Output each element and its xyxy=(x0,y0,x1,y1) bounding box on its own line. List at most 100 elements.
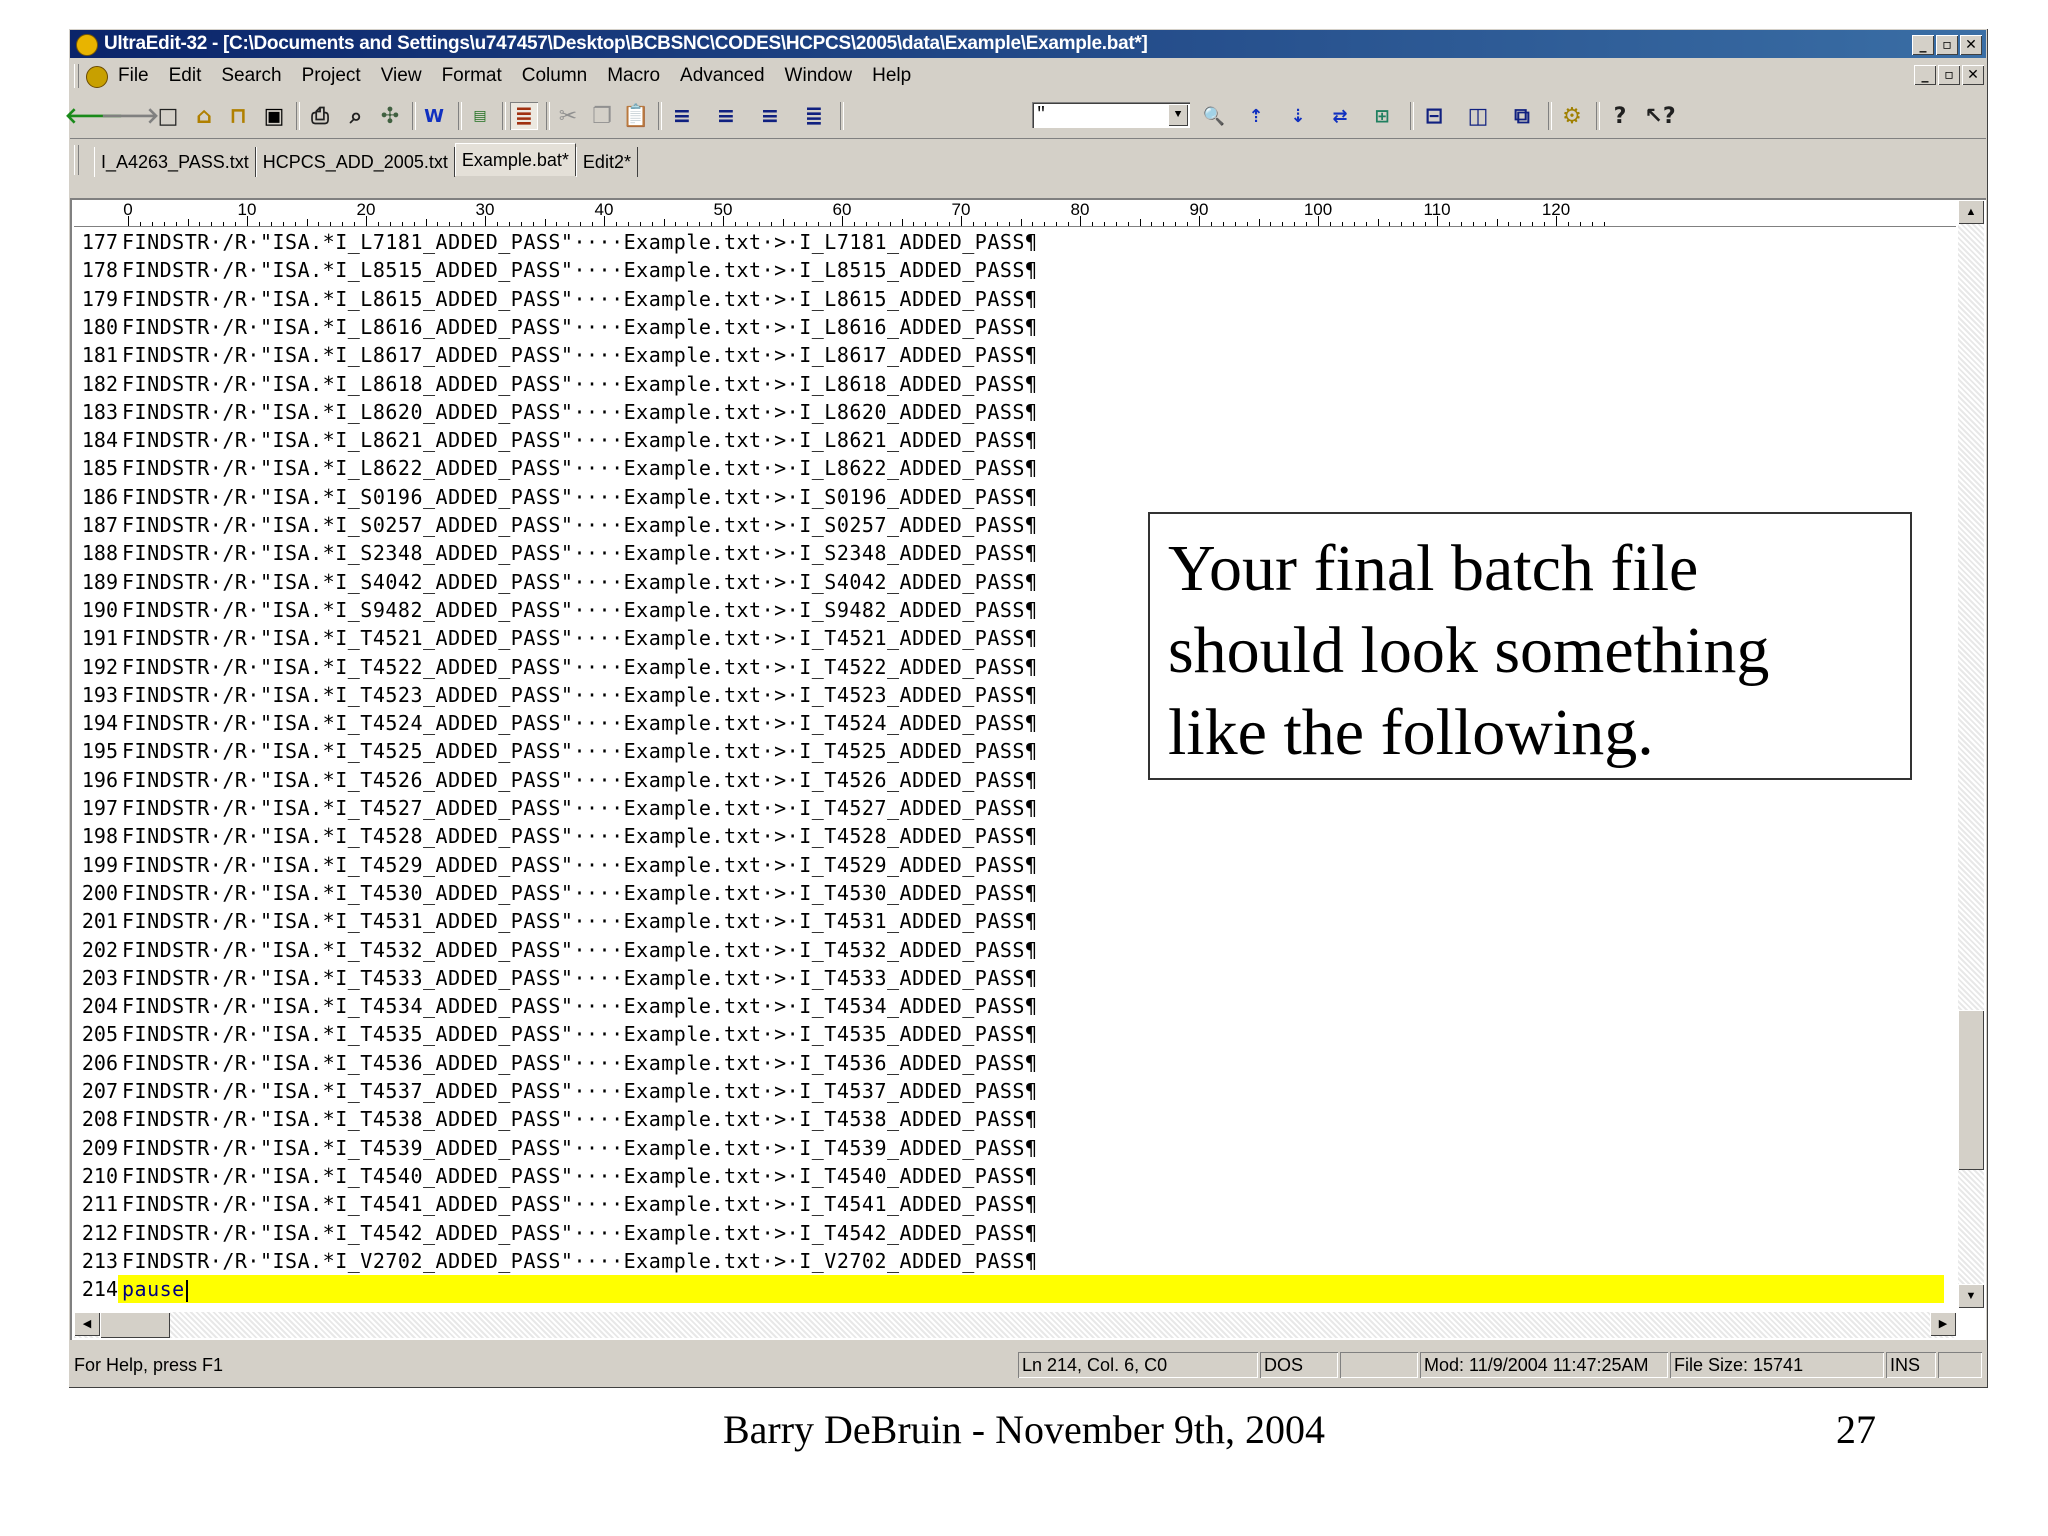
menu-item-file[interactable]: File xyxy=(118,60,149,92)
menu-item-search[interactable]: Search xyxy=(221,60,281,92)
vertical-scroll-thumb[interactable] xyxy=(1958,1010,1984,1170)
split-vertical-icon[interactable]: ◫ xyxy=(1464,102,1492,130)
code-line[interactable]: 199 FINDSTR·/R·"ISA.*I_T4529_ADDED_PASS"·… xyxy=(74,851,1944,879)
find-icon[interactable]: 🔍 xyxy=(1200,102,1228,130)
code-line[interactable]: 210 FINDSTR·/R·"ISA.*I_T4540_ADDED_PASS"·… xyxy=(74,1162,1944,1190)
scroll-left-icon[interactable]: ◀ xyxy=(74,1312,100,1336)
code-line[interactable]: 212 FINDSTR·/R·"ISA.*I_T4542_ADDED_PASS"·… xyxy=(74,1219,1944,1247)
code-line[interactable]: 202 FINDSTR·/R·"ISA.*I_T4532_ADDED_PASS"·… xyxy=(74,936,1944,964)
code-line[interactable]: 181 FINDSTR·/R·"ISA.*I_L8617_ADDED_PASS"·… xyxy=(74,341,1944,369)
menu-item-window[interactable]: Window xyxy=(785,60,853,92)
code-line[interactable]: 203 FINDSTR·/R·"ISA.*I_T4533_ADDED_PASS"·… xyxy=(74,964,1944,992)
print-preview-icon[interactable]: ⌕ xyxy=(342,102,370,130)
code-line[interactable]: 213 FINDSTR·/R·"ISA.*I_V2702_ADDED_PASS"·… xyxy=(74,1247,1944,1275)
code-line[interactable]: 180 FINDSTR·/R·"ISA.*I_L8616_ADDED_PASS"·… xyxy=(74,313,1944,341)
doc-close-button[interactable]: ✕ xyxy=(1962,65,1984,85)
current-line[interactable]: 214 pause xyxy=(74,1275,1944,1304)
word-wrap-icon[interactable]: W xyxy=(420,102,448,130)
replace-icon[interactable]: ⇄ xyxy=(1326,102,1354,130)
app-icon[interactable] xyxy=(76,34,98,56)
tab-file[interactable]: I_A4263_PASS.txt xyxy=(94,147,256,177)
close-file-icon[interactable]: ⊓ xyxy=(224,102,252,130)
ruler-tick xyxy=(627,222,629,226)
code-line[interactable]: 178 FINDSTR·/R·"ISA.*I_L8515_ADDED_PASS"·… xyxy=(74,256,1944,284)
cascade-icon[interactable]: ⧉ xyxy=(1508,102,1536,130)
horizontal-scroll-thumb[interactable] xyxy=(100,1312,170,1338)
code-line[interactable]: 198 FINDSTR·/R·"ISA.*I_T4528_ADDED_PASS"·… xyxy=(74,822,1944,850)
hex-icon[interactable]: ▤ xyxy=(466,102,494,130)
code-line[interactable]: 204 FINDSTR·/R·"ISA.*I_T4534_ADDED_PASS"·… xyxy=(74,992,1944,1020)
code-line[interactable]: 208 FINDSTR·/R·"ISA.*I_T4538_ADDED_PASS"·… xyxy=(74,1105,1944,1133)
help-icon[interactable]: ? xyxy=(1606,102,1634,130)
ruler-tick xyxy=(1472,222,1474,226)
scroll-down-icon[interactable]: ▼ xyxy=(1958,1284,1984,1308)
code-line[interactable]: 205 FINDSTR·/R·"ISA.*I_T4535_ADDED_PASS"·… xyxy=(74,1020,1944,1048)
new-file-icon[interactable]: □ xyxy=(154,102,182,130)
code-line[interactable]: 183 FINDSTR·/R·"ISA.*I_L8620_ADDED_PASS"·… xyxy=(74,398,1944,426)
context-help-icon[interactable]: ↖? xyxy=(1644,102,1675,130)
code-line[interactable]: 201 FINDSTR·/R·"ISA.*I_T4531_ADDED_PASS"·… xyxy=(74,907,1944,935)
line-text: FINDSTR·/R·"ISA.*I_T4526_ADDED_PASS"····… xyxy=(122,767,1038,792)
menu-item-macro[interactable]: Macro xyxy=(607,60,660,92)
menu-item-project[interactable]: Project xyxy=(302,60,361,92)
tab-file[interactable]: HCPCS_ADD_2005.txt xyxy=(255,147,455,177)
vertical-scrollbar[interactable]: ▲ ▼ xyxy=(1958,200,1984,1308)
title-bar[interactable]: UltraEdit-32 - [C:\Documents and Setting… xyxy=(70,30,1986,58)
menu-item-column[interactable]: Column xyxy=(522,60,587,92)
restore-button[interactable]: ▫ xyxy=(1936,35,1958,55)
align-left-icon[interactable]: ≡ xyxy=(668,102,696,130)
horizontal-scrollbar[interactable]: ◀ ▶ xyxy=(74,1312,1956,1338)
code-line[interactable]: 207 FINDSTR·/R·"ISA.*I_T4537_ADDED_PASS"·… xyxy=(74,1077,1944,1105)
find-prev-icon[interactable]: ⇡ xyxy=(1242,102,1270,130)
code-line[interactable]: 206 FINDSTR·/R·"ISA.*I_T4536_ADDED_PASS"·… xyxy=(74,1049,1944,1077)
menu-item-advanced[interactable]: Advanced xyxy=(680,60,765,92)
scroll-up-icon[interactable]: ▲ xyxy=(1958,200,1984,224)
code-line[interactable]: 182 FINDSTR·/R·"ISA.*I_L8618_ADDED_PASS"·… xyxy=(74,370,1944,398)
code-line[interactable]: 179 FINDSTR·/R·"ISA.*I_L8615_ADDED_PASS"·… xyxy=(74,285,1944,313)
find-in-files-icon[interactable]: ⊞ xyxy=(1368,102,1396,130)
tab-file[interactable]: Edit2* xyxy=(575,147,638,177)
macro-icon[interactable]: ⚙ xyxy=(1558,102,1586,130)
code-line[interactable]: 184 FINDSTR·/R·"ISA.*I_L8621_ADDED_PASS"·… xyxy=(74,426,1944,454)
find-next-icon[interactable]: ⇣ xyxy=(1284,102,1312,130)
code-line[interactable]: 211 FINDSTR·/R·"ISA.*I_T4541_ADDED_PASS"·… xyxy=(74,1190,1944,1218)
code-line[interactable]: 197 FINDSTR·/R·"ISA.*I_T4527_ADDED_PASS"·… xyxy=(74,794,1944,822)
window-title: UltraEdit-32 - [C:\Documents and Setting… xyxy=(104,33,1148,54)
code-line[interactable]: 186 FINDSTR·/R·"ISA.*I_S0196_ADDED_PASS"·… xyxy=(74,483,1944,511)
cut-icon[interactable]: ✂ xyxy=(554,102,582,130)
justify-icon[interactable]: ≣ xyxy=(800,102,828,130)
doc-minimize-button[interactable]: _ xyxy=(1914,65,1936,85)
forward-arrow-icon[interactable]: 🡒 xyxy=(101,102,160,130)
open-folder-icon[interactable]: ⌂ xyxy=(190,102,218,130)
save-icon[interactable]: ▣ xyxy=(260,102,288,130)
doc-restore-button[interactable]: ▫ xyxy=(1938,65,1960,85)
align-right-icon[interactable]: ≡ xyxy=(756,102,784,130)
code-line[interactable]: 177 FINDSTR·/R·"ISA.*I_L7181_ADDED_PASS"·… xyxy=(74,228,1944,256)
menu-item-view[interactable]: View xyxy=(381,60,422,92)
code-line[interactable]: 209 FINDSTR·/R·"ISA.*I_T4539_ADDED_PASS"·… xyxy=(74,1134,1944,1162)
document-icon[interactable] xyxy=(86,66,108,88)
ruler-tick xyxy=(1210,222,1212,226)
menu-item-edit[interactable]: Edit xyxy=(169,60,202,92)
column-mode-icon[interactable]: ≣ xyxy=(510,102,538,130)
close-button[interactable]: ✕ xyxy=(1960,35,1982,55)
paste-icon[interactable]: 📋 xyxy=(622,102,650,130)
menu-item-help[interactable]: Help xyxy=(872,60,911,92)
find-combo[interactable]: " ▼ xyxy=(1032,102,1190,128)
ruler-tick xyxy=(1234,222,1236,226)
menubar-grip[interactable] xyxy=(74,64,79,88)
minimize-button[interactable]: _ xyxy=(1912,35,1934,55)
chevron-down-icon[interactable]: ▼ xyxy=(1168,104,1188,126)
code-line[interactable]: 200 FINDSTR·/R·"ISA.*I_T4530_ADDED_PASS"·… xyxy=(74,879,1944,907)
tabs-grip[interactable] xyxy=(74,145,79,175)
split-horizontal-icon[interactable]: ⊟ xyxy=(1420,102,1448,130)
ruler-tick xyxy=(1032,222,1034,226)
code-line[interactable]: 185 FINDSTR·/R·"ISA.*I_L8622_ADDED_PASS"·… xyxy=(74,454,1944,482)
copy-icon[interactable]: ❐ xyxy=(588,102,616,130)
print-icon[interactable]: ⎙ xyxy=(306,102,334,130)
spell-icon[interactable]: ✣ xyxy=(376,102,404,130)
menu-item-format[interactable]: Format xyxy=(442,60,502,92)
align-center-icon[interactable]: ≡ xyxy=(712,102,740,130)
tab-file[interactable]: Example.bat* xyxy=(454,143,576,176)
scroll-right-icon[interactable]: ▶ xyxy=(1930,1312,1956,1336)
